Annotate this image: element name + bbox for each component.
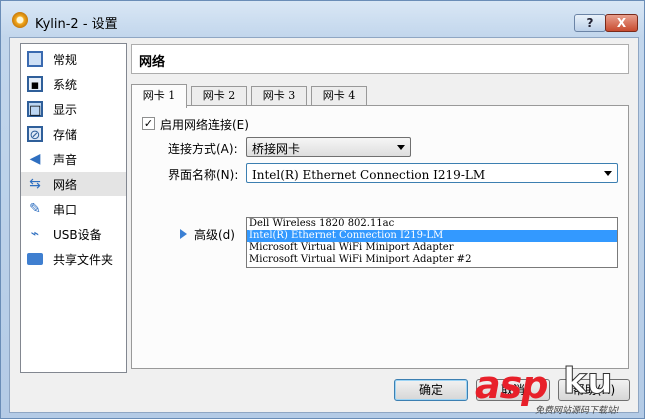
sidebar-item-label: USB设备: [53, 228, 102, 242]
enable-adapter-label: 启用网络连接(E): [160, 118, 249, 132]
sidebar-item-label: 系统: [53, 78, 78, 92]
storage-icon: ⊘: [27, 126, 43, 143]
enable-adapter-checkbox[interactable]: ✓: [142, 117, 155, 130]
sidebar-item-label: 共享文件夹: [53, 253, 114, 267]
shared-folder-icon: [27, 253, 43, 265]
general-icon: [27, 51, 43, 67]
expand-arrow-icon[interactable]: [180, 229, 187, 239]
adapter-panel: ✓ 启用网络连接(E) 连接方式(A): 桥接网卡 界面名称(N): Intel…: [131, 105, 629, 369]
site-watermark: asp ku 免费网站源码下载站!: [475, 361, 641, 417]
close-button[interactable]: X: [605, 14, 638, 32]
sidebar-item-usb[interactable]: ⌁ USB设备: [21, 222, 126, 246]
attached-to-label: 连接方式(A):: [168, 142, 238, 156]
client-area: 常规 ▪ 系统 □ 显示 ⊘ 存储 ◀ 声音 ⇆ 网络 ✎ 串口 ⌁ USB设备…: [9, 37, 639, 413]
tab-adapter-2[interactable]: 网卡 2: [191, 86, 247, 106]
sidebar-item-storage[interactable]: ⊘ 存储: [21, 122, 126, 146]
window-title: Kylin-2 - 设置: [35, 17, 118, 32]
dropdown-option-selected[interactable]: Intel(R) Ethernet Connection I219-LM: [247, 230, 617, 242]
help-title-button[interactable]: ?: [574, 14, 606, 32]
dropdown-option[interactable]: Microsoft Virtual WiFi Miniport Adapter …: [247, 254, 617, 266]
network-icon: ⇆: [29, 176, 41, 192]
dropdown-option[interactable]: Microsoft Virtual WiFi Miniport Adapter: [247, 242, 617, 254]
page-title: 网络: [139, 55, 166, 70]
watermark-brand-asp: asp: [475, 363, 548, 407]
title-bar[interactable]: Kylin-2 - 设置 ? X: [1, 1, 645, 37]
sidebar-item-shared-folders[interactable]: 共享文件夹: [21, 247, 126, 271]
sidebar-item-display[interactable]: □ 显示: [21, 97, 126, 121]
usb-icon: ⌁: [30, 226, 40, 242]
tab-adapter-3[interactable]: 网卡 3: [251, 86, 307, 106]
virtualbox-app-icon: [12, 12, 28, 28]
settings-sidebar: 常规 ▪ 系统 □ 显示 ⊘ 存储 ◀ 声音 ⇆ 网络 ✎ 串口 ⌁ USB设备…: [20, 43, 127, 373]
sidebar-item-label: 串口: [53, 203, 78, 217]
adapter-name-value: Intel(R) Ethernet Connection I219-LM: [252, 168, 486, 182]
sidebar-item-label: 网络: [53, 178, 78, 192]
sidebar-item-network[interactable]: ⇆ 网络: [21, 172, 126, 196]
chevron-down-icon: [604, 171, 612, 176]
system-icon: ▪: [27, 76, 43, 93]
dropdown-option[interactable]: Dell Wireless 1820 802.11ac: [247, 218, 617, 230]
sidebar-item-serial[interactable]: ✎ 串口: [21, 197, 126, 221]
tab-adapter-1[interactable]: 网卡 1: [131, 84, 187, 108]
watermark-subtitle: 免费网站源码下载站!: [535, 406, 620, 416]
sidebar-item-label: 常规: [53, 53, 78, 67]
tab-adapter-4[interactable]: 网卡 4: [311, 86, 367, 106]
advanced-toggle[interactable]: 高级(d): [194, 226, 235, 243]
chevron-down-icon: [397, 145, 405, 150]
ok-button[interactable]: 确定: [394, 379, 468, 401]
sidebar-item-label: 显示: [53, 103, 78, 117]
display-icon: □: [27, 101, 43, 118]
sidebar-item-general[interactable]: 常规: [21, 47, 126, 71]
serial-icon: ✎: [29, 201, 41, 217]
settings-window: Kylin-2 - 设置 ? X 常规 ▪ 系统 □ 显示 ⊘ 存储 ◀ 声音 …: [0, 0, 645, 419]
page-title-box: 网络: [131, 44, 629, 74]
adapter-name-select[interactable]: Intel(R) Ethernet Connection I219-LM: [246, 163, 618, 183]
audio-icon: ◀: [29, 151, 41, 167]
sidebar-item-label: 声音: [53, 153, 78, 167]
watermark-brand-ku: ku: [563, 361, 614, 403]
sidebar-item-audio[interactable]: ◀ 声音: [21, 147, 126, 171]
attached-to-select[interactable]: 桥接网卡: [246, 137, 411, 157]
adapter-name-label: 界面名称(N):: [168, 168, 239, 182]
sidebar-item-label: 存储: [53, 128, 78, 142]
sidebar-item-system[interactable]: ▪ 系统: [21, 72, 126, 96]
checkmark-icon: ✓: [143, 117, 154, 130]
attached-to-value: 桥接网卡: [252, 142, 301, 156]
adapter-name-dropdown: Dell Wireless 1820 802.11ac Intel(R) Eth…: [246, 217, 618, 268]
